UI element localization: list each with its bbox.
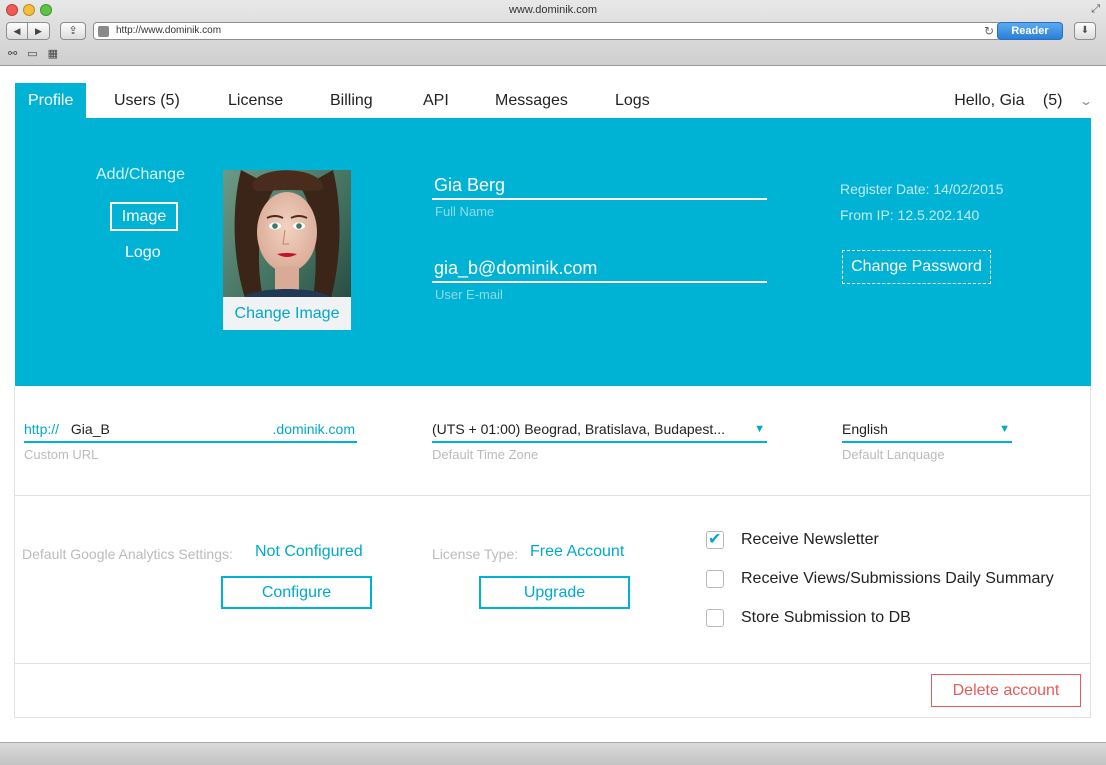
url-prefix: http:// bbox=[24, 421, 60, 437]
full-name-input[interactable]: Gia Berg bbox=[432, 170, 767, 200]
avatar: Change Image bbox=[223, 170, 351, 330]
add-change-label: Add/Change bbox=[96, 166, 185, 183]
tab-users[interactable]: Users (5) bbox=[101, 83, 193, 118]
daily-summary-checkbox[interactable] bbox=[706, 570, 724, 588]
ga-settings-status: Not Configured bbox=[255, 543, 363, 560]
top-sites-icon[interactable]: ▦ bbox=[48, 47, 58, 60]
email-input[interactable]: gia_b@dominik.com bbox=[432, 253, 767, 283]
timezone-value: (UTS + 01:00) Beograd, Bratislava, Budap… bbox=[432, 421, 725, 437]
change-image-button[interactable]: Change Image bbox=[223, 297, 351, 330]
tab-license[interactable]: License bbox=[215, 83, 296, 118]
language-select[interactable]: English ▼ Default Lanquage bbox=[842, 415, 1012, 462]
tab-api[interactable]: API bbox=[410, 83, 462, 118]
store-submission-checkbox[interactable] bbox=[706, 609, 724, 627]
full-name-field[interactable]: Gia Berg Full Name bbox=[432, 170, 767, 219]
tab-profile[interactable]: Profile bbox=[15, 83, 87, 118]
downloads-button[interactable]: ⬇ bbox=[1074, 22, 1096, 40]
bookmarks-icon[interactable]: ▭ bbox=[27, 47, 37, 60]
reading-list-icon[interactable]: ⚯ bbox=[8, 47, 17, 60]
store-submission-label: Store Submission to DB bbox=[741, 609, 911, 626]
configure-button[interactable]: Configure bbox=[221, 576, 372, 609]
register-date: Register Date: 14/02/2015 bbox=[840, 181, 1004, 197]
reload-icon[interactable]: ↻ bbox=[984, 24, 994, 38]
logo-toggle-button[interactable]: Logo bbox=[125, 244, 161, 262]
notification-count: (5) bbox=[1042, 92, 1063, 109]
registration-info: Register Date: 14/02/2015 From IP: 12.5.… bbox=[840, 176, 1003, 228]
page-content: Profile Users (5) License Billing API Me… bbox=[0, 66, 1106, 742]
custom-url-field[interactable]: http:// Gia_B .dominik.com Custom URL bbox=[24, 415, 357, 462]
timezone-label: Default Time Zone bbox=[432, 447, 539, 462]
main-tabs: Profile Users (5) License Billing API Me… bbox=[15, 83, 1093, 119]
license-type-label: License Type: bbox=[432, 546, 519, 562]
user-menu[interactable]: Hello, Gia (5) ⌄ bbox=[954, 83, 1093, 119]
back-button[interactable]: ◀ bbox=[6, 22, 28, 40]
daily-summary-option[interactable]: Receive Views/Submissions Daily Summary bbox=[706, 570, 1054, 588]
daily-summary-label: Receive Views/Submissions Daily Summary bbox=[741, 570, 1054, 587]
status-bar bbox=[0, 742, 1106, 765]
url-suffix: .dominik.com bbox=[272, 421, 355, 437]
danger-row: Delete account bbox=[15, 664, 1091, 718]
share-button[interactable]: ⇪ bbox=[60, 22, 86, 40]
timezone-select[interactable]: (UTS + 01:00) Beograd, Bratislava, Budap… bbox=[432, 415, 767, 462]
image-toggle-button[interactable]: Image bbox=[110, 202, 178, 231]
chevron-down-icon[interactable]: ⌄ bbox=[1079, 84, 1093, 119]
license-type-value: Free Account bbox=[530, 543, 625, 560]
preferences-row: http:// Gia_B .dominik.com Custom URL (U… bbox=[15, 386, 1091, 496]
dropdown-caret-icon[interactable]: ▼ bbox=[754, 415, 765, 443]
reader-button[interactable]: Reader bbox=[997, 22, 1063, 40]
newsletter-checkbox[interactable] bbox=[706, 529, 724, 549]
email-label: User E-mail bbox=[435, 287, 503, 302]
tab-logs[interactable]: Logs bbox=[602, 83, 663, 118]
browser-chrome: www.dominik.com ⤢ ◀ ▶ ⇪ http://www.domin… bbox=[0, 0, 1106, 66]
newsletter-label: Receive Newsletter bbox=[741, 531, 879, 548]
profile-panel: Add/Change Image Logo Change Image Gia B… bbox=[15, 118, 1091, 386]
delete-account-button[interactable]: Delete account bbox=[931, 674, 1081, 707]
email-field[interactable]: gia_b@dominik.com User E-mail bbox=[432, 253, 767, 302]
account-row: Default Google Analytics Settings: Not C… bbox=[15, 496, 1091, 664]
forward-button[interactable]: ▶ bbox=[28, 22, 50, 40]
full-name-label: Full Name bbox=[435, 204, 495, 219]
favicon-icon bbox=[98, 26, 109, 37]
ga-settings-label: Default Google Analytics Settings: bbox=[22, 546, 233, 562]
change-password-button[interactable]: Change Password bbox=[842, 250, 991, 284]
fullscreen-icon[interactable]: ⤢ bbox=[1091, 3, 1100, 16]
custom-url-label: Custom URL bbox=[24, 447, 99, 462]
bookmarks-bar: ⚯ ▭ ▦ bbox=[8, 47, 58, 60]
greeting: Hello, Gia bbox=[954, 92, 1025, 109]
language-value: English bbox=[842, 421, 888, 437]
upgrade-button[interactable]: Upgrade bbox=[479, 576, 630, 609]
tab-messages[interactable]: Messages bbox=[482, 83, 581, 118]
register-ip: From IP: 12.5.202.140 bbox=[840, 207, 980, 223]
newsletter-option[interactable]: Receive Newsletter bbox=[706, 529, 879, 549]
history-nav: ◀ ▶ bbox=[6, 22, 50, 40]
store-submission-option[interactable]: Store Submission to DB bbox=[706, 609, 911, 627]
url-text[interactable]: http://www.dominik.com bbox=[116, 25, 221, 36]
tab-billing[interactable]: Billing bbox=[317, 83, 386, 118]
address-bar[interactable]: http://www.dominik.com ↻ bbox=[93, 22, 1001, 40]
language-label: Default Lanquage bbox=[842, 447, 945, 462]
dropdown-caret-icon[interactable]: ▼ bbox=[999, 415, 1010, 443]
custom-url-input[interactable]: Gia_B bbox=[71, 421, 110, 437]
frame-border-bottom bbox=[14, 717, 1091, 718]
window-title: www.dominik.com bbox=[508, 4, 598, 16]
